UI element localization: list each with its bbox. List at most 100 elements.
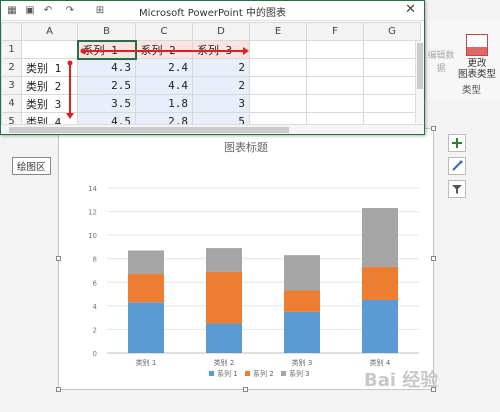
y-tick-label: 8: [93, 256, 97, 264]
legend-label: 系列 3: [289, 369, 310, 378]
value-cell[interactable]: 4.4: [135, 76, 193, 95]
bar-segment: [206, 271, 242, 324]
select-all-corner[interactable]: [1, 22, 22, 41]
scrollbar-thumb[interactable]: [417, 43, 423, 89]
resize-handle[interactable]: [56, 256, 61, 261]
resize-handle[interactable]: [56, 387, 61, 392]
table-row: 5 类别 4 4.5 2.8 5: [1, 112, 421, 124]
cell[interactable]: [21, 40, 78, 59]
category-cell[interactable]: 类别 3: [21, 94, 78, 113]
resize-handle[interactable]: [431, 256, 436, 261]
chart-filters-button[interactable]: [448, 180, 466, 198]
cell[interactable]: [363, 112, 421, 124]
bar-segment: [206, 248, 242, 272]
category-cell[interactable]: 类别 2: [21, 76, 78, 95]
cell[interactable]: [249, 58, 307, 77]
legend-label: 系列 2: [253, 369, 274, 378]
value-cell[interactable]: 2.4: [135, 58, 193, 77]
row-header[interactable]: 4: [1, 94, 22, 113]
column-header[interactable]: G: [363, 22, 421, 41]
horizontal-scrollbar[interactable]: [1, 124, 424, 134]
chart-elements-button[interactable]: [448, 134, 466, 152]
cell[interactable]: [249, 112, 307, 124]
cell[interactable]: [363, 40, 421, 59]
bar-segment: [284, 290, 320, 312]
close-icon[interactable]: ✕: [405, 2, 416, 17]
column-header[interactable]: A: [21, 22, 78, 41]
value-cell[interactable]: 2.8: [135, 112, 193, 124]
data-sheet[interactable]: A B C D E F G 1 系列 1 系列 2 系列 3 2 类别 1 4.…: [1, 22, 421, 124]
edit-data-button[interactable]: 编辑数据: [426, 48, 456, 74]
column-header[interactable]: F: [306, 22, 364, 41]
cell[interactable]: [249, 76, 307, 95]
value-cell[interactable]: 5: [192, 112, 250, 124]
legend-swatch: [245, 371, 250, 376]
ribbon-group-label: 类型: [462, 85, 482, 96]
change-chart-type-button[interactable]: 更改 图表类型: [456, 34, 498, 80]
value-cell[interactable]: 4.3: [77, 58, 136, 77]
row-header[interactable]: 1: [1, 40, 22, 59]
category-cell[interactable]: 类别 1: [21, 58, 78, 77]
table-row: 2 类别 1 4.3 2.4 2: [1, 58, 421, 77]
y-tick-label: 4: [93, 303, 98, 311]
chart-container[interactable]: 图表标题 0 2 4 6 8 10 12 14 类别 1 类别 2 类别 3 类别 4 系列 1 系列 2…: [58, 128, 434, 390]
plus-icon: [452, 138, 462, 148]
watermark-logo: Bai 经验: [364, 370, 439, 391]
y-tick-label: 2: [93, 326, 97, 334]
x-tick-label: 类别 3: [292, 358, 313, 367]
x-tick-label: 类别 2: [214, 358, 235, 367]
bar-segment: [128, 274, 164, 303]
series-name-cell[interactable]: 系列 1: [76, 39, 137, 60]
cell[interactable]: [249, 94, 307, 113]
cell[interactable]: [306, 40, 364, 59]
cell[interactable]: [306, 112, 364, 124]
cell[interactable]: [306, 58, 364, 77]
cell[interactable]: [306, 76, 364, 95]
bar-segment: [362, 266, 398, 300]
cell[interactable]: [249, 40, 307, 59]
column-header[interactable]: B: [77, 22, 136, 41]
cell[interactable]: [363, 58, 421, 77]
bar-segment: [284, 311, 320, 353]
legend-label: 系列 1: [217, 369, 238, 378]
y-tick-label: 14: [88, 185, 97, 193]
window-title: Microsoft PowerPoint 中的图表: [139, 8, 286, 19]
cell[interactable]: [363, 76, 421, 95]
row-header[interactable]: 3: [1, 76, 22, 95]
value-cell[interactable]: 2: [192, 76, 250, 95]
cell[interactable]: [363, 94, 421, 113]
filter-icon: [452, 185, 462, 194]
scrollbar-thumb[interactable]: [9, 127, 289, 133]
column-header[interactable]: C: [135, 22, 193, 41]
value-cell[interactable]: 2: [192, 58, 250, 77]
row-header[interactable]: 5: [1, 112, 22, 124]
chart-styles-button[interactable]: [448, 157, 466, 175]
bar-segment: [362, 208, 398, 267]
legend-swatch: [281, 371, 286, 376]
category-cell[interactable]: 类别 4: [21, 112, 78, 124]
resize-handle[interactable]: [431, 126, 436, 131]
y-tick-label: 6: [93, 279, 98, 287]
brush-icon: [452, 160, 463, 171]
cell[interactable]: [306, 94, 364, 113]
series-name-cell[interactable]: 系列 2: [135, 40, 193, 59]
value-cell[interactable]: 3.5: [77, 94, 136, 113]
column-header[interactable]: E: [249, 22, 307, 41]
bar-segment: [284, 255, 320, 291]
value-cell[interactable]: 1.8: [135, 94, 193, 113]
y-tick-label: 10: [88, 232, 97, 240]
plot-area-label: 绘图区: [12, 157, 51, 175]
value-cell[interactable]: 4.5: [77, 112, 136, 124]
table-row: 4 类别 3 3.5 1.8 3: [1, 94, 421, 113]
column-header[interactable]: D: [192, 22, 250, 41]
chart-type-icon: [466, 34, 488, 56]
window-titlebar: ▦ ▣ ↶ ↷ ⊞ Microsoft PowerPoint 中的图表 ✕: [1, 1, 424, 21]
resize-handle[interactable]: [243, 387, 248, 392]
sheet-grid[interactable]: A B C D E F G 1 系列 1 系列 2 系列 3 2 类别 1 4.…: [1, 22, 424, 124]
vertical-scrollbar[interactable]: [415, 41, 424, 123]
table-row: 1 系列 1 系列 2 系列 3: [1, 39, 421, 60]
row-header[interactable]: 2: [1, 58, 22, 77]
series-name-cell[interactable]: 系列 3: [192, 40, 250, 59]
value-cell[interactable]: 3: [192, 94, 250, 113]
value-cell[interactable]: 2.5: [77, 76, 136, 95]
